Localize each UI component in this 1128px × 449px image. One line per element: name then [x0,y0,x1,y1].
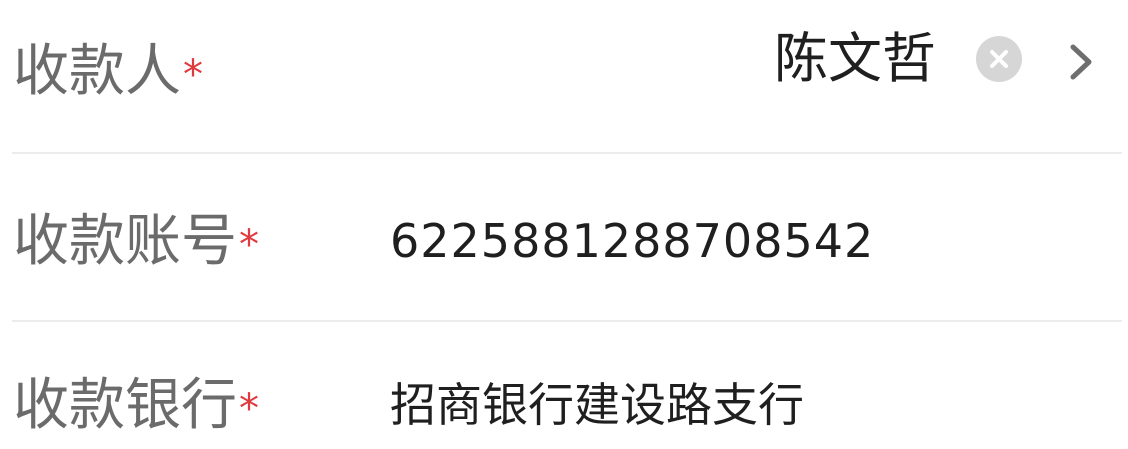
required-mark: * [239,386,259,432]
payee-label: 收款人* [13,44,203,100]
required-mark: * [239,222,259,268]
account-row[interactable]: 收款账号* 6225881288708542 [0,154,1128,320]
bank-label-text: 收款银行 [13,373,237,438]
account-label: 收款账号* [13,214,259,270]
payee-row[interactable]: 收款人* 陈文哲 [0,0,1128,152]
clear-icon[interactable] [976,36,1022,82]
chevron-right-icon[interactable] [1064,42,1098,82]
payee-name-value[interactable]: 陈文哲 [774,32,936,86]
account-number-field[interactable]: 6225881288708542 [390,218,874,264]
clear-x-glyph [990,50,1008,68]
bank-row[interactable]: 收款银行* 招商银行建设路支行 [0,322,1128,449]
required-mark: * [183,52,203,98]
bank-name-field[interactable]: 招商银行建设路支行 [390,382,804,428]
transfer-form: 收款人* 陈文哲 收款账号* 6225881288708542 收款银行* 招商… [0,0,1128,449]
account-label-text: 收款账号 [13,209,237,274]
payee-label-text: 收款人 [13,39,181,104]
bank-label: 收款银行* [13,378,259,434]
